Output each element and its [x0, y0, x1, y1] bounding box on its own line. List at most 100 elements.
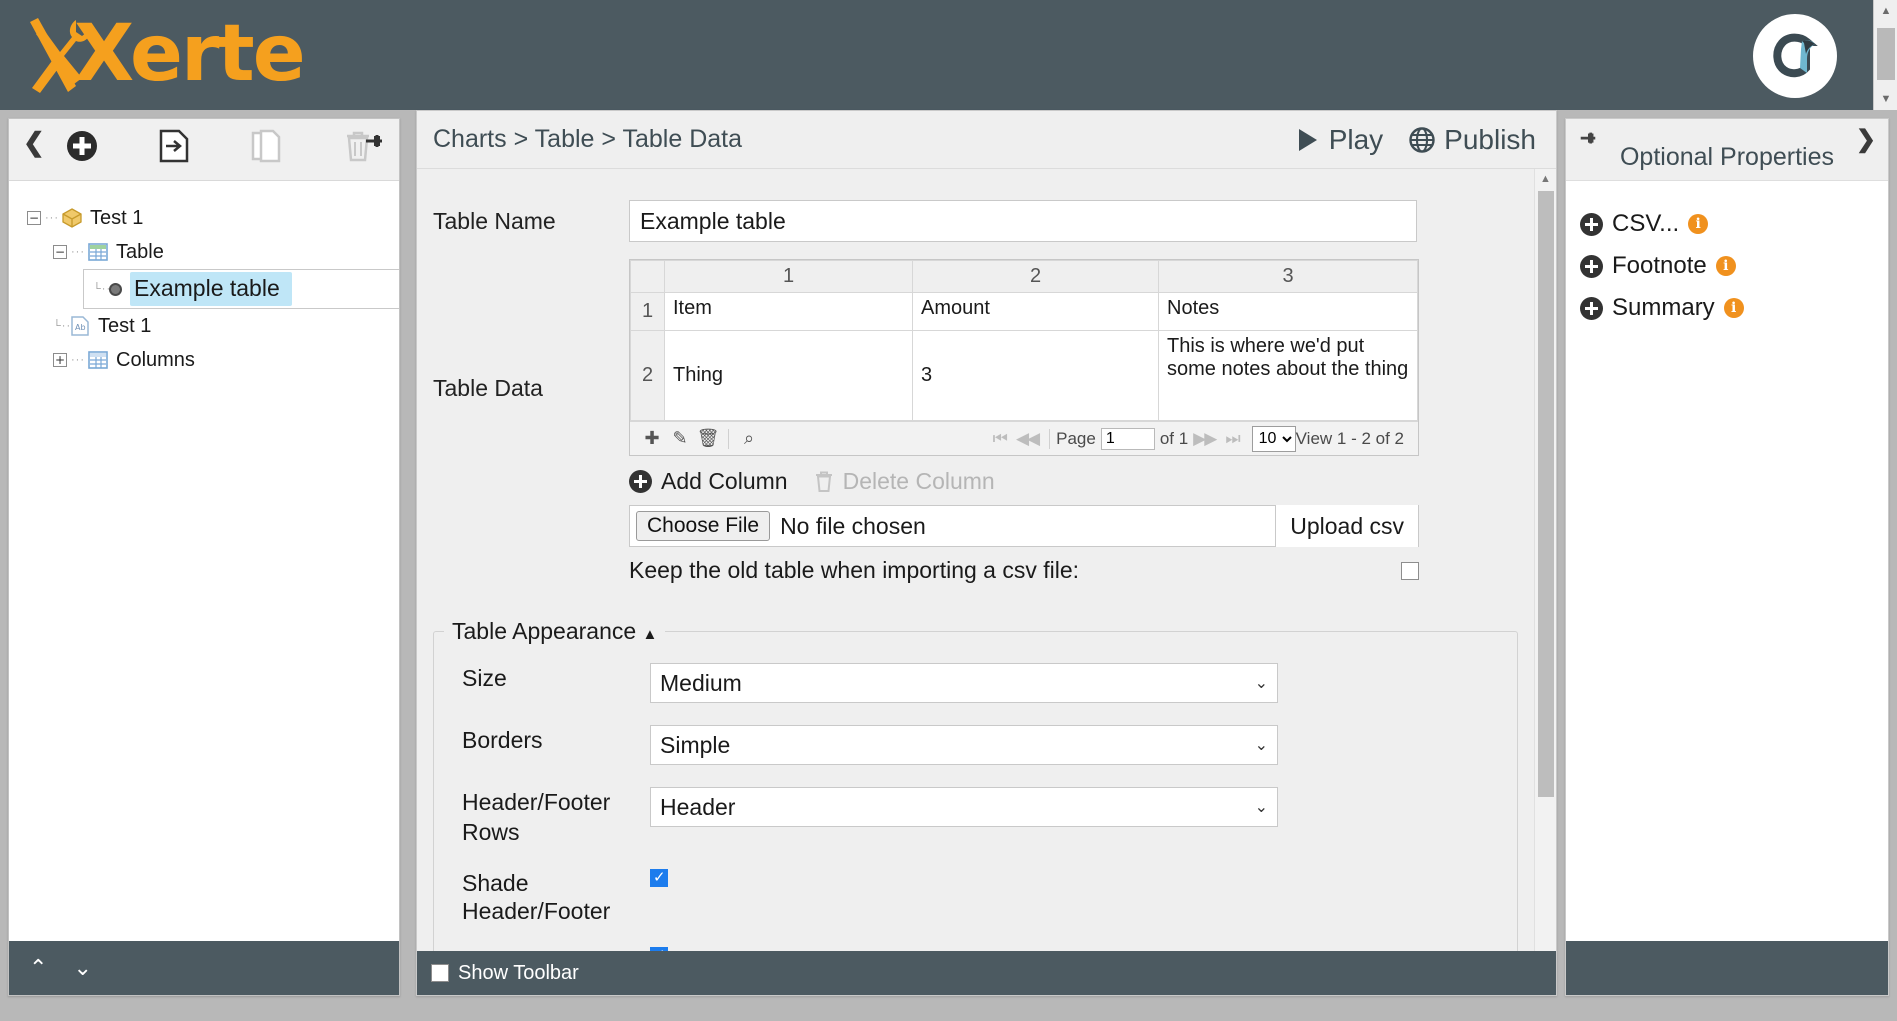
table-cell[interactable]: Amount: [912, 292, 1159, 331]
move-up-button[interactable]: ⌃: [29, 957, 47, 979]
choose-file-button[interactable]: Choose File: [636, 511, 771, 541]
collapse-right-panel-button[interactable]: ❯: [1856, 125, 1876, 154]
bullet-icon: [109, 282, 122, 296]
optional-properties-header: Optional Properties ❯: [1566, 119, 1888, 181]
optional-property-label: CSV...: [1612, 210, 1680, 237]
play-label: Play: [1328, 124, 1384, 155]
window-scrollbar[interactable]: ▲ ▼: [1873, 0, 1897, 110]
window-scrollbar-thumb[interactable]: [1877, 28, 1895, 80]
add-page-button[interactable]: [63, 127, 101, 165]
size-select[interactable]: Medium ⌄: [650, 663, 1278, 703]
prev-page-button[interactable]: ◀◀: [1011, 429, 1043, 449]
tree-item-table[interactable]: − ··· Table: [53, 235, 399, 269]
chevron-down-icon: ⌄: [1254, 675, 1268, 692]
editor-scrollbar[interactable]: ▲: [1534, 169, 1556, 951]
globe-icon: [1409, 127, 1435, 153]
add-column-button[interactable]: Add Column: [629, 468, 788, 495]
table-data-grid[interactable]: 1 2 3 1 Item Amount Notes 2 Thing 3 This…: [629, 259, 1419, 456]
info-icon[interactable]: i: [1688, 214, 1709, 234]
optional-properties-footer: [1566, 941, 1888, 995]
scroll-up-icon[interactable]: ▲: [1535, 169, 1556, 189]
optional-property-csv[interactable]: CSV... i: [1580, 203, 1888, 245]
table-row[interactable]: 2 Thing 3 This is where we'd put some no…: [630, 330, 1418, 421]
add-circle-icon: [67, 131, 97, 161]
table-cell[interactable]: 3: [912, 330, 1159, 421]
insert-page-button[interactable]: [155, 127, 193, 165]
table-name-input[interactable]: [629, 200, 1417, 242]
scroll-down-icon[interactable]: ▼: [1874, 88, 1897, 110]
grid-delete-row-button[interactable]: 🗑: [694, 428, 722, 449]
pin-left-panel-button[interactable]: [363, 131, 385, 158]
table-appearance-legend[interactable]: Table Appearance ▲: [444, 618, 665, 645]
optional-property-label: Summary: [1612, 294, 1715, 321]
editor-header: Charts > Table > Table Data Play Publish: [417, 111, 1556, 169]
table-cell[interactable]: Notes: [1158, 292, 1418, 331]
pin-right-panel-button[interactable]: [1578, 129, 1598, 154]
play-button[interactable]: Play: [1296, 124, 1383, 156]
header-footer-rows-row: Header/Footer Rows Header ⌄: [434, 787, 1517, 847]
info-icon[interactable]: i: [1723, 298, 1744, 318]
add-circle-icon[interactable]: [1580, 212, 1603, 236]
data-table: 1 2 3 1 Item Amount Notes 2 Thing 3 This…: [630, 260, 1418, 421]
table-appearance-title: Table Appearance: [452, 618, 637, 644]
tree-item-test-1-root[interactable]: − ··· Test 1: [27, 201, 399, 235]
size-label: Size: [462, 665, 507, 691]
move-down-button[interactable]: ⌄: [73, 957, 91, 979]
info-icon[interactable]: i: [1715, 256, 1736, 276]
collapse-left-panel-button[interactable]: ❮: [23, 129, 45, 155]
csv-file-input[interactable]: Choose File No file chosen Upload csv: [629, 505, 1419, 547]
add-circle-icon[interactable]: [1580, 254, 1603, 278]
last-page-button[interactable]: ⏭: [1220, 429, 1243, 449]
optional-property-footnote[interactable]: Footnote i: [1580, 245, 1888, 287]
table-cell[interactable]: Item: [664, 292, 913, 331]
editor-scrollbar-thumb[interactable]: [1538, 191, 1554, 797]
column-header[interactable]: 1: [664, 260, 913, 293]
grid-edit-row-button[interactable]: ✎: [666, 428, 694, 449]
tree-item-test-1-page[interactable]: └··· Ab Test 1: [53, 309, 399, 343]
show-toolbar-checkbox[interactable]: [431, 964, 449, 982]
optional-properties-list: CSV... i Footnote i Summary i: [1566, 181, 1888, 941]
table-cell[interactable]: Thing: [664, 330, 913, 421]
column-header[interactable]: 3: [1158, 260, 1418, 293]
upload-csv-button[interactable]: Upload csv: [1275, 505, 1418, 547]
duplicate-page-button[interactable]: [247, 127, 285, 165]
rows-per-page-select[interactable]: 10: [1251, 425, 1296, 452]
tree-item-columns[interactable]: + ··· Columns: [53, 343, 399, 377]
first-page-button[interactable]: ⏮: [988, 429, 1011, 449]
grid-add-row-button[interactable]: ✚: [638, 428, 666, 449]
breadcrumb: Charts > Table > Table Data: [433, 125, 742, 153]
avatar[interactable]: [1753, 14, 1837, 98]
grid-search-button[interactable]: ⌕: [735, 428, 763, 449]
page-number-input[interactable]: [1100, 427, 1155, 450]
corner-cell: [630, 260, 665, 293]
delete-column-label: Delete Column: [842, 468, 995, 494]
table-appearance-section: Table Appearance ▲ Size Medium ⌄ Borders: [433, 618, 1518, 951]
next-page-button[interactable]: ▶▶: [1188, 429, 1220, 449]
table-cell[interactable]: This is where we'd put some notes about …: [1158, 330, 1418, 421]
shade-alternate-rows-checkbox[interactable]: [650, 946, 668, 951]
trash-icon: [815, 471, 832, 492]
optional-property-summary[interactable]: Summary i: [1580, 287, 1888, 329]
tree-footer-toolbar: ⌃ ⌄: [9, 941, 399, 995]
shade-header-footer-checkbox[interactable]: [650, 868, 668, 887]
borders-row: Borders Simple ⌄: [434, 725, 1517, 765]
tree-expander[interactable]: −: [53, 245, 67, 259]
grid-footer-toolbar: ✚ ✎ 🗑 ⌕ ⏮ ◀◀ Page of 1 ▶▶: [630, 421, 1418, 455]
tree-connector: ···: [71, 354, 85, 366]
scroll-up-icon[interactable]: ▲: [1874, 0, 1897, 22]
a-circle-logo-icon: [1773, 33, 1818, 78]
shade-header-footer-label: Shade Header/Footer: [462, 870, 611, 924]
add-circle-icon[interactable]: [1580, 296, 1603, 320]
header-footer-rows-select[interactable]: Header ⌄: [650, 787, 1278, 827]
tree-expander[interactable]: −: [27, 211, 41, 225]
add-column-label: Add Column: [661, 468, 788, 494]
size-value: Medium: [660, 669, 742, 696]
keep-old-table-checkbox[interactable]: [1401, 561, 1419, 580]
publish-button[interactable]: Publish: [1409, 124, 1536, 156]
tree-item-example-table[interactable]: └··· Example table: [83, 269, 399, 309]
table-row[interactable]: 1 Item Amount Notes: [630, 292, 1418, 331]
caret-up-icon[interactable]: ▲: [643, 626, 658, 643]
tree-expander[interactable]: +: [53, 353, 67, 367]
borders-select[interactable]: Simple ⌄: [650, 725, 1278, 765]
column-header[interactable]: 2: [912, 260, 1159, 293]
